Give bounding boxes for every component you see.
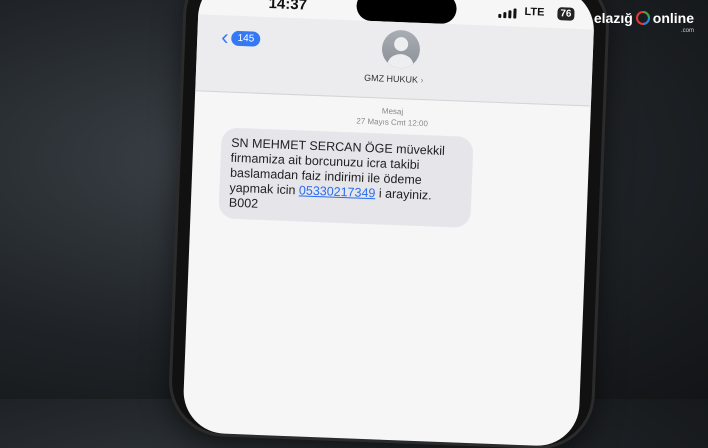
messages-screen: 14:37 LTE 76 ‹ 145 GMZ HUKUK › Mesaj 27 … [182,0,596,448]
back-button[interactable]: ‹ 145 [220,24,261,50]
conversation-header: ‹ 145 GMZ HUKUK › [195,14,594,107]
person-icon [393,36,409,52]
status-time: 14:37 [268,0,308,14]
logo-text-part1: elazığ [593,10,633,26]
chevron-left-icon: ‹ [220,24,230,50]
logo-domain: .com [680,28,694,34]
battery-icon: 76 [557,7,575,21]
watermark-logo: elazığ online .com [593,10,694,34]
phone-number-link[interactable]: 05330217349 [299,183,376,200]
contact-name[interactable]: GMZ HUKUK › [196,66,592,91]
contact-avatar[interactable] [381,29,421,69]
signal-bars-icon [498,8,517,19]
chevron-right-icon: › [420,74,424,86]
contact-name-label: GMZ HUKUK [363,72,419,85]
unread-count-badge: 145 [231,30,261,47]
phone-frame: 14:37 LTE 76 ‹ 145 GMZ HUKUK › Mesaj 27 … [170,0,608,448]
logo-globe-icon [635,11,650,25]
logo-text-part2: online [652,10,694,26]
network-type: LTE [524,5,545,19]
message-bubble[interactable]: SN MEHMET SERCAN ÖGE müvekkil firmamiza … [218,127,474,228]
